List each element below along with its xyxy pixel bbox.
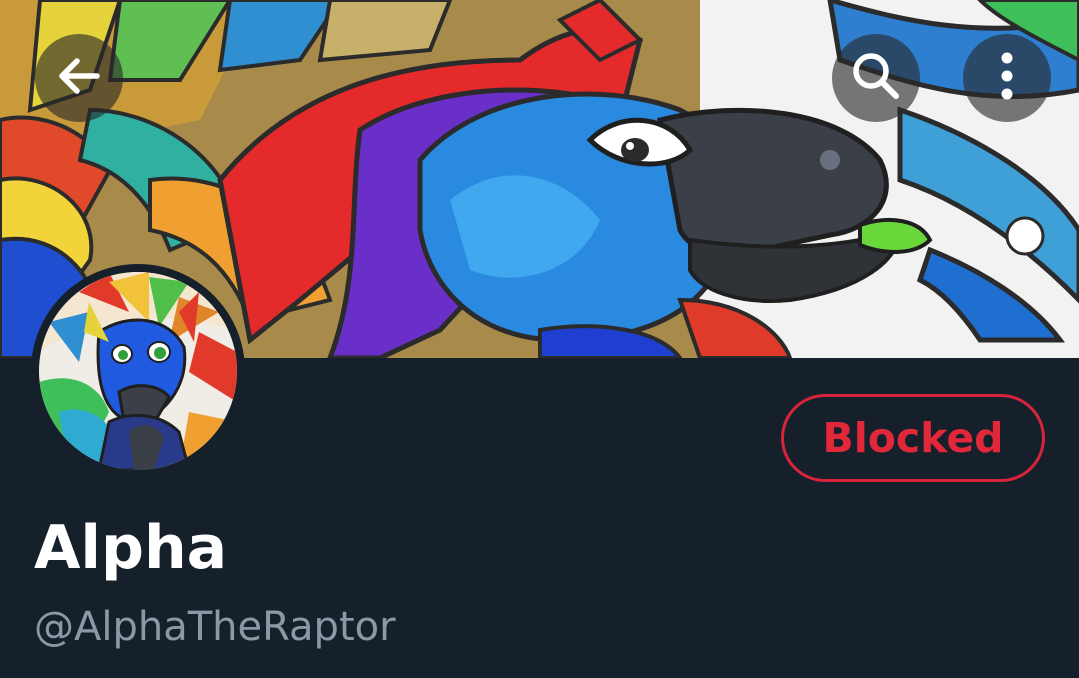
display-name: Alpha (34, 513, 228, 583)
more-vertical-icon (997, 48, 1017, 109)
user-handle: @AlphaTheRaptor (34, 604, 396, 650)
search-button[interactable] (832, 34, 920, 122)
back-button[interactable] (35, 34, 123, 122)
more-options-button[interactable] (963, 34, 1051, 122)
search-icon (847, 47, 905, 110)
blocked-button[interactable]: Blocked (781, 394, 1045, 482)
avatar-image (39, 272, 237, 470)
arrow-left-icon (53, 50, 105, 107)
profile-screen: Blocked Alpha @AlphaTheRaptor (0, 0, 1079, 678)
profile-avatar[interactable] (31, 264, 245, 478)
